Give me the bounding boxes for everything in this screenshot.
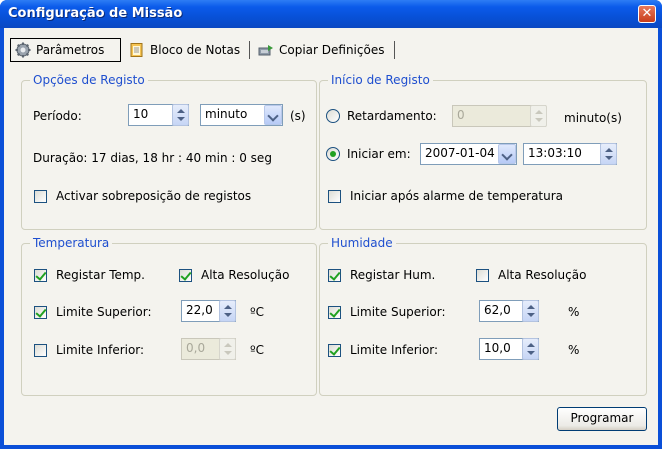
date-value: 2007-01-04 xyxy=(425,146,495,160)
hum-superior-spinner[interactable] xyxy=(522,300,539,322)
temp-inferior-unit: ºC xyxy=(250,343,265,357)
periodo-label: Período: xyxy=(33,109,82,123)
temp-inferior-spinner[interactable] xyxy=(219,338,236,360)
chevron-down-icon[interactable] xyxy=(498,144,516,164)
alarme-label: Iniciar após alarme de temperatura xyxy=(350,189,564,203)
sobreposicao-label: Activar sobreposição de registos xyxy=(56,189,252,203)
alarme-checkbox[interactable] xyxy=(328,190,341,203)
registar-hum-label: Registar Hum. xyxy=(350,268,436,282)
registar-temp-checkbox[interactable] xyxy=(34,269,47,282)
title-bar[interactable]: Configuração de Missão ✕ xyxy=(0,0,662,28)
tab-parametros[interactable]: Parâmetros xyxy=(10,38,121,62)
spin-down-icon xyxy=(224,313,232,317)
tab-parametros-label: Parâmetros xyxy=(36,43,105,57)
temp-alta-resolucao-checkbox[interactable] xyxy=(179,269,192,282)
spin-up-icon xyxy=(224,343,232,347)
spin-down-icon xyxy=(224,351,232,355)
temp-limite-superior-checkbox[interactable] xyxy=(34,306,47,319)
hum-superior-unit: % xyxy=(568,305,580,319)
tab-bloco-de-notas-label: Bloco de Notas xyxy=(150,43,241,57)
tab-separator xyxy=(249,41,250,59)
registar-temp-label: Registar Temp. xyxy=(56,268,145,282)
close-button[interactable]: ✕ xyxy=(638,5,656,23)
time-spinner[interactable] xyxy=(600,143,617,165)
periodo-unit-suffix: (s) xyxy=(290,109,306,123)
group-title: Humidade xyxy=(328,236,396,250)
temp-limite-inferior-checkbox[interactable] xyxy=(34,344,47,357)
notepad-icon xyxy=(129,42,145,58)
temp-alta-resolucao-label: Alta Resolução xyxy=(201,268,290,282)
group-humidade: Humidade Registar Hum. Alta Resolução Li… xyxy=(319,236,647,396)
close-icon: ✕ xyxy=(641,6,653,21)
gear-icon xyxy=(15,42,31,58)
retardamento-unit: minuto(s) xyxy=(564,111,622,125)
hum-limite-inferior-label: Limite Inferior: xyxy=(350,343,439,357)
spin-up-icon xyxy=(527,305,535,309)
retardamento-spinner[interactable] xyxy=(530,105,547,127)
temp-limite-superior-label: Limite Superior: xyxy=(56,305,152,319)
spin-down-icon xyxy=(605,156,613,160)
spin-up-icon xyxy=(535,110,543,114)
group-title: Temperatura xyxy=(30,236,113,250)
periodo-unit-value: minuto xyxy=(205,107,248,121)
chevron-down-icon[interactable] xyxy=(264,105,282,125)
temp-superior-spinner[interactable] xyxy=(219,300,236,322)
sobreposicao-checkbox[interactable] xyxy=(34,190,47,203)
programar-button[interactable]: Programar xyxy=(557,407,647,431)
copy-settings-icon xyxy=(258,42,274,58)
spin-up-icon xyxy=(605,148,613,152)
spin-down-icon xyxy=(527,351,535,355)
hum-alta-resolucao-checkbox[interactable] xyxy=(476,269,489,282)
hum-inferior-unit: % xyxy=(568,343,580,357)
group-title: Opções de Registo xyxy=(30,73,148,87)
hum-alta-resolucao-label: Alta Resolução xyxy=(498,268,587,282)
dialog-window: Configuração de Missão ✕ Parâmetros Bloc… xyxy=(0,0,662,449)
tab-bloco-de-notas[interactable]: Bloco de Notas xyxy=(125,38,244,62)
temp-limite-inferior-label: Limite Inferior: xyxy=(56,343,145,357)
retardamento-label: Retardamento: xyxy=(347,109,437,123)
window-title: Configuração de Missão xyxy=(8,6,183,21)
spin-down-icon xyxy=(527,313,535,317)
iniciar-radio[interactable] xyxy=(326,147,340,161)
iniciar-label: Iniciar em: xyxy=(347,147,411,161)
temp-superior-unit: ºC xyxy=(250,305,265,319)
group-title: Início de Registo xyxy=(328,73,433,87)
group-opcoes-de-registo: Opções de Registo Período: 10 minuto (s)… xyxy=(21,73,317,230)
hum-limite-inferior-checkbox[interactable] xyxy=(328,344,341,357)
group-temperatura: Temperatura Registar Temp. Alta Resoluçã… xyxy=(21,236,317,396)
spin-up-icon xyxy=(224,305,232,309)
hum-limite-superior-checkbox[interactable] xyxy=(328,306,341,319)
retardamento-radio[interactable] xyxy=(326,109,340,123)
duracao-text: Duração: 17 dias, 18 hr : 40 min : 0 seg xyxy=(33,151,272,165)
registar-hum-checkbox[interactable] xyxy=(328,269,341,282)
group-inicio-de-registo: Início de Registo Retardamento: 0 minuto… xyxy=(319,73,647,230)
hum-limite-superior-label: Limite Superior: xyxy=(350,305,446,319)
hum-inferior-spinner[interactable] xyxy=(522,338,539,360)
spin-down-icon xyxy=(535,118,543,122)
tab-separator xyxy=(394,41,395,59)
spin-down-icon xyxy=(177,117,185,121)
tab-copiar-definicoes[interactable]: Copiar Definições xyxy=(254,38,388,62)
spin-up-icon xyxy=(527,343,535,347)
tab-copiar-definicoes-label: Copiar Definições xyxy=(279,43,385,57)
periodo-spinner[interactable] xyxy=(172,104,189,126)
dialog-body: Parâmetros Bloco de Notas Copiar Definiç… xyxy=(4,28,658,445)
spin-up-icon xyxy=(177,109,185,113)
